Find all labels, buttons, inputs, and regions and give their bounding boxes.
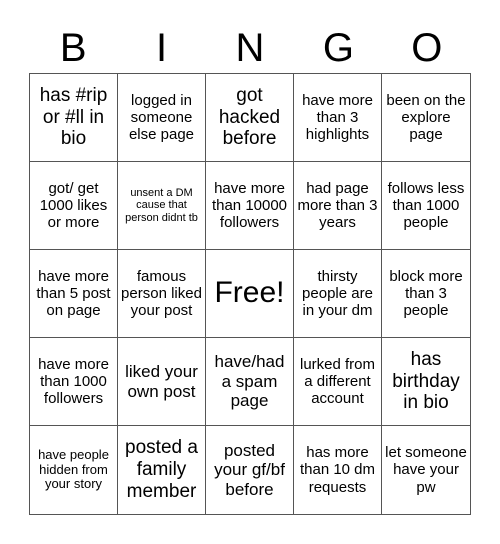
bingo-cell-r2-c4[interactable]: had page more than 3 years xyxy=(294,162,382,250)
bingo-cell-r3-c5[interactable]: block more than 3 people xyxy=(382,250,470,338)
header-letter-b: B xyxy=(59,26,87,70)
bingo-cell-r4-c4[interactable]: lurked from a different account xyxy=(294,338,382,426)
bingo-free-space[interactable]: Free! xyxy=(206,250,294,338)
bingo-cell-r3-c2[interactable]: famous person liked your post xyxy=(118,250,206,338)
bingo-cell-r4-c1[interactable]: have more than 1000 followers xyxy=(30,338,118,426)
bingo-cell-r2-c3[interactable]: have more than 10000 followers xyxy=(206,162,294,250)
bingo-cell-r2-c5[interactable]: follows less than 1000 people xyxy=(382,162,470,250)
bingo-cell-r1-c3[interactable]: got hacked before xyxy=(206,74,294,162)
bingo-header: B I N G O xyxy=(29,24,471,72)
bingo-cell-r1-c2[interactable]: logged in someone else page xyxy=(118,74,206,162)
bingo-cell-r2-c1[interactable]: got/ get 1000 likes or more xyxy=(30,162,118,250)
header-letter-n: N xyxy=(235,26,265,70)
bingo-cell-r1-c4[interactable]: have more than 3 highlights xyxy=(294,74,382,162)
bingo-cell-r5-c4[interactable]: has more than 10 dm requests xyxy=(294,426,382,514)
header-letter-i: I xyxy=(156,26,168,70)
bingo-cell-r4-c3[interactable]: have/had a spam page xyxy=(206,338,294,426)
bingo-cell-r1-c5[interactable]: been on the explore page xyxy=(382,74,470,162)
bingo-cell-r5-c2[interactable]: posted a family member xyxy=(118,426,206,514)
header-letter-g: G xyxy=(322,26,354,70)
bingo-cell-r5-c3[interactable]: posted your gf/bf before xyxy=(206,426,294,514)
bingo-grid: has #rip or #ll in bio logged in someone… xyxy=(29,73,471,515)
bingo-cell-r4-c2[interactable]: liked your own post xyxy=(118,338,206,426)
bingo-cell-r1-c1[interactable]: has #rip or #ll in bio xyxy=(30,74,118,162)
bingo-cell-r3-c4[interactable]: thirsty people are in your dm xyxy=(294,250,382,338)
bingo-cell-r2-c2[interactable]: unsent a DM cause that person didnt tb xyxy=(118,162,206,250)
header-letter-o: O xyxy=(411,26,443,70)
bingo-cell-r5-c5[interactable]: let someone have your pw xyxy=(382,426,470,514)
bingo-cell-r3-c1[interactable]: have more than 5 post on page xyxy=(30,250,118,338)
bingo-cell-r4-c5[interactable]: has birthday in bio xyxy=(382,338,470,426)
bingo-cell-r5-c1[interactable]: have people hidden from your story xyxy=(30,426,118,514)
